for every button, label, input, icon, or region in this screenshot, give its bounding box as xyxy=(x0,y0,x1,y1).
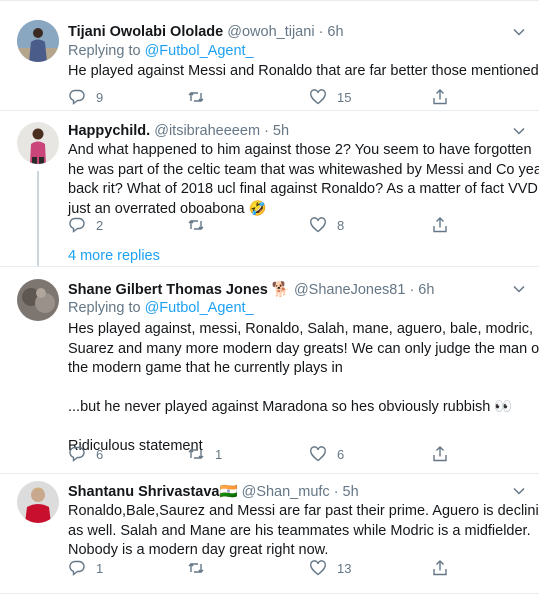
tweet-actions: 9 15 xyxy=(68,87,468,107)
thread-line xyxy=(37,171,39,266)
retweet-icon xyxy=(188,449,204,459)
share-button[interactable] xyxy=(431,444,459,464)
share-button[interactable] xyxy=(431,87,459,107)
chevron-down-icon[interactable] xyxy=(512,484,526,498)
like-button[interactable]: 8 xyxy=(309,215,344,235)
tweet-actions: 6 1 6 xyxy=(68,444,468,464)
share-button[interactable] xyxy=(431,558,459,578)
chevron-down-icon[interactable] xyxy=(512,282,526,296)
replying-to: Replying to @Futbol_Agent_ xyxy=(68,43,254,59)
author-name[interactable]: Tijani Owolabi Ololade xyxy=(68,24,223,40)
author-name[interactable]: Shantanu Shrivastava🇮🇳 xyxy=(68,484,238,500)
author-handle[interactable]: @ShaneJones81 xyxy=(294,282,405,298)
tweet-time[interactable]: · 5h xyxy=(334,484,359,500)
tweet-4[interactable]: Shantanu Shrivastava🇮🇳 @Shan_mufc · 5h R… xyxy=(0,474,539,607)
like-icon xyxy=(310,217,326,233)
reply-button[interactable]: 6 xyxy=(68,444,103,464)
reply-button[interactable]: 2 xyxy=(68,215,103,235)
reply-icon xyxy=(69,560,85,576)
author-name[interactable]: Shane Gilbert Thomas Jones 🐕 xyxy=(68,282,290,298)
retweet-button[interactable] xyxy=(187,215,215,235)
reply-button[interactable]: 1 xyxy=(68,558,103,578)
avatar[interactable] xyxy=(17,481,59,523)
tweet-3[interactable]: Shane Gilbert Thomas Jones 🐕 @ShaneJones… xyxy=(0,267,539,473)
tweet-actions: 1 13 xyxy=(68,558,468,578)
reply-button[interactable]: 9 xyxy=(68,87,103,107)
divider xyxy=(0,593,539,594)
more-replies-link[interactable]: 4 more replies xyxy=(68,248,160,264)
tweet-time[interactable]: · 6h xyxy=(409,282,434,298)
avatar-image xyxy=(17,481,59,523)
mention-link[interactable]: @Futbol_Agent_ xyxy=(145,43,254,59)
like-icon xyxy=(310,446,326,462)
avatar-image xyxy=(17,279,59,321)
tweet-text: Hes played against, messi, Ronaldo, Sala… xyxy=(68,321,539,454)
share-icon xyxy=(433,560,447,576)
tweet-actions: 2 8 xyxy=(68,215,468,235)
avatar[interactable] xyxy=(17,279,59,321)
tweet-time[interactable]: · 5h xyxy=(264,123,289,139)
tweet-text: And what happened to him against those 2… xyxy=(68,142,539,217)
share-icon xyxy=(433,446,447,462)
chevron-down-icon[interactable] xyxy=(512,124,526,138)
tweet-time[interactable]: · 6h xyxy=(319,24,344,40)
like-button[interactable]: 15 xyxy=(309,87,351,107)
like-button[interactable]: 13 xyxy=(309,558,351,578)
author-line: Shane Gilbert Thomas Jones 🐕 @ShaneJones… xyxy=(68,281,434,298)
retweet-icon xyxy=(188,563,204,573)
tweet-text: He played against Messi and Ronaldo that… xyxy=(68,63,539,79)
retweet-button[interactable] xyxy=(187,558,215,578)
reply-icon xyxy=(69,89,85,105)
reply-icon xyxy=(69,217,85,233)
avatar[interactable] xyxy=(17,20,59,62)
tweet-text: Ronaldo,Bale,Saurez and Messi are far pa… xyxy=(68,503,539,558)
author-line: Happychild. @itsibraheeeem · 5h xyxy=(68,123,289,139)
tweet-2[interactable]: Happychild. @itsibraheeeem · 5h And what… xyxy=(0,111,539,266)
retweet-button[interactable]: 1 xyxy=(187,444,222,464)
avatar-image xyxy=(17,20,59,62)
author-handle[interactable]: @Shan_mufc xyxy=(242,484,330,500)
reply-icon xyxy=(69,446,85,462)
author-handle[interactable]: @itsibraheeeem xyxy=(154,123,260,139)
retweet-icon xyxy=(188,92,204,102)
like-button[interactable]: 6 xyxy=(309,444,344,464)
like-icon xyxy=(310,560,326,576)
like-icon xyxy=(310,89,326,105)
retweet-button[interactable] xyxy=(187,87,215,107)
tweet-1[interactable]: Tijani Owolabi Ololade @owoh_tijani · 6h… xyxy=(0,0,539,110)
author-handle[interactable]: @owoh_tijani xyxy=(227,24,314,40)
author-name[interactable]: Happychild. xyxy=(68,123,150,139)
share-icon xyxy=(433,217,447,233)
replying-to: Replying to @Futbol_Agent_ xyxy=(68,300,254,316)
retweet-icon xyxy=(188,220,204,230)
author-line: Tijani Owolabi Ololade @owoh_tijani · 6h xyxy=(68,24,344,40)
share-button[interactable] xyxy=(431,215,459,235)
mention-link[interactable]: @Futbol_Agent_ xyxy=(145,300,254,316)
author-line: Shantanu Shrivastava🇮🇳 @Shan_mufc · 5h xyxy=(68,483,359,500)
avatar[interactable] xyxy=(17,122,59,164)
avatar-image xyxy=(17,122,59,164)
share-icon xyxy=(433,89,447,105)
chevron-down-icon[interactable] xyxy=(512,25,526,39)
